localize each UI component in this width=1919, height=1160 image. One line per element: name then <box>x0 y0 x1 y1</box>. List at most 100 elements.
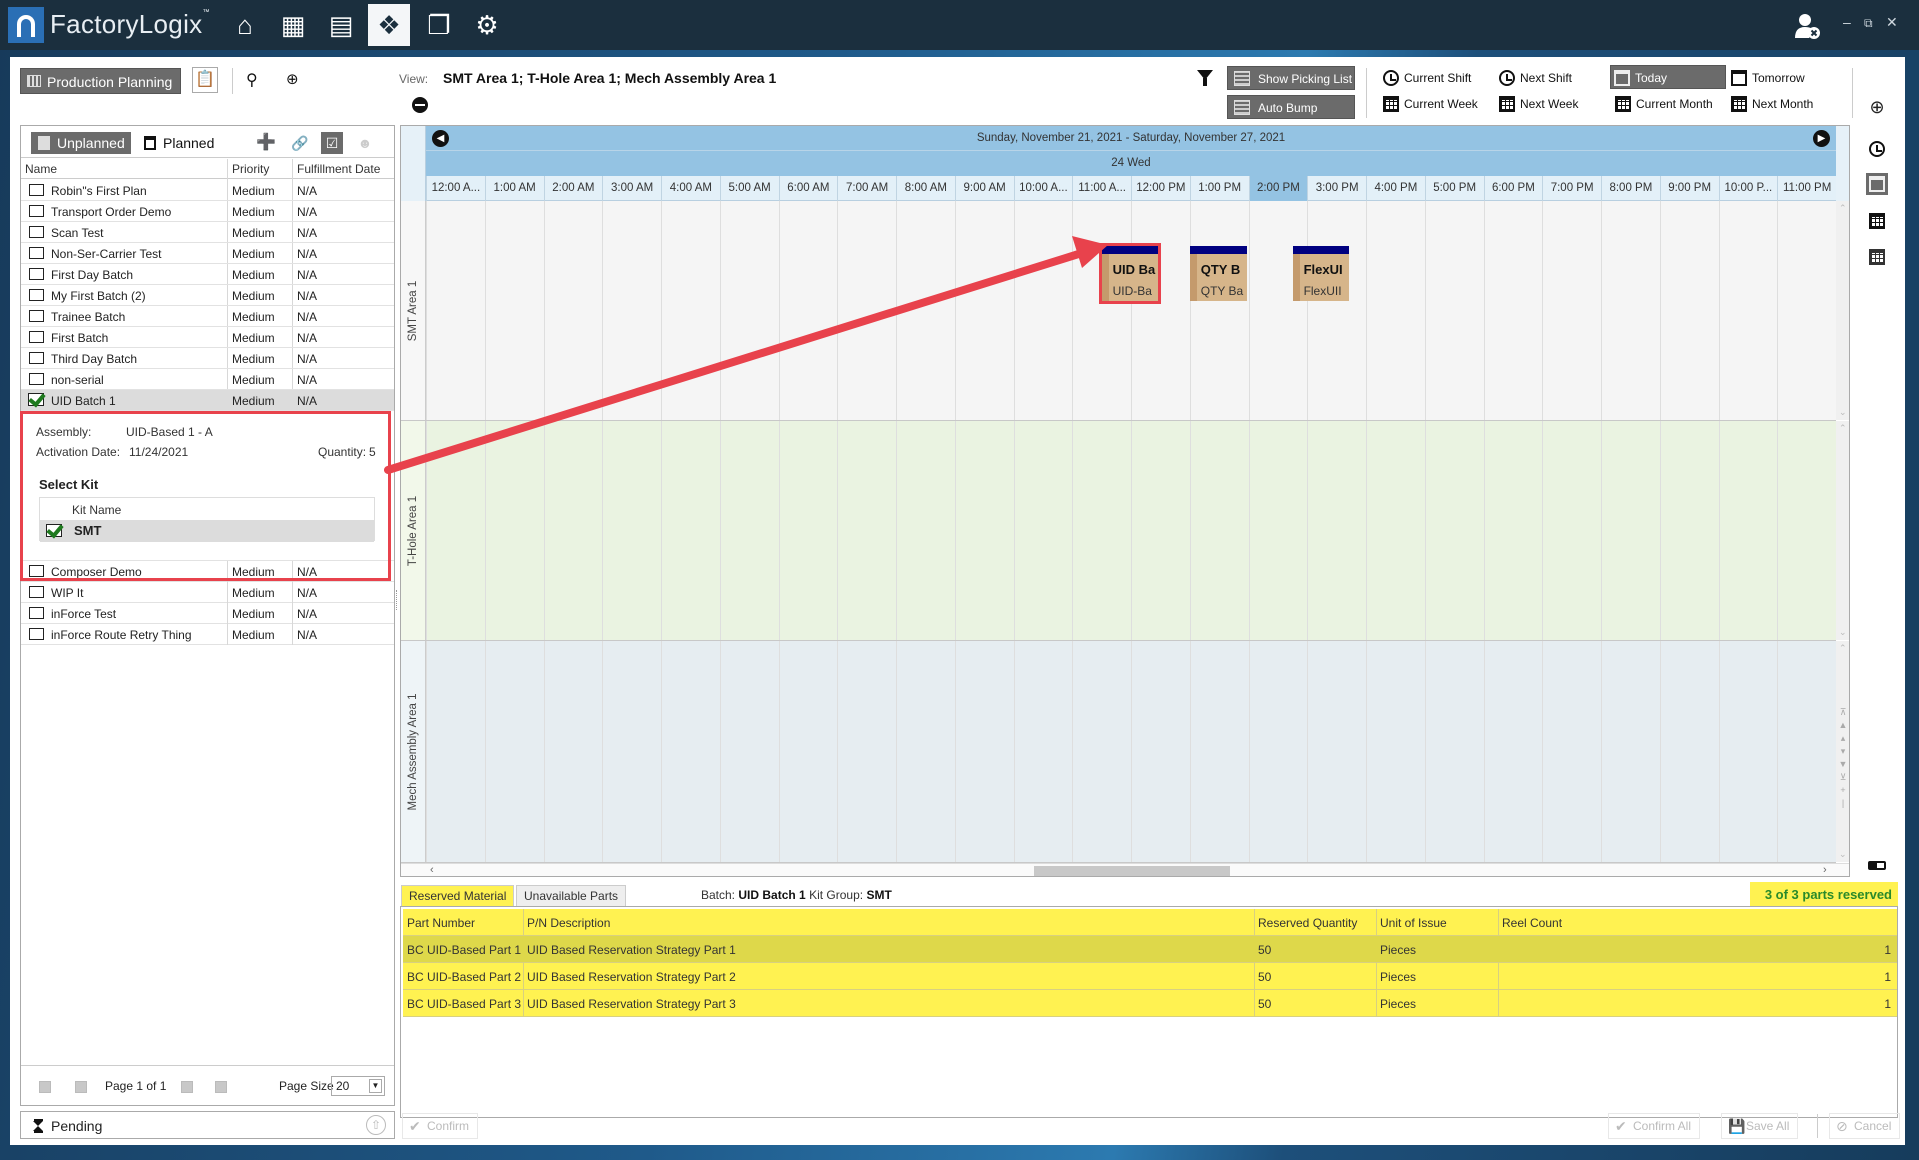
scroll-right-icon[interactable]: › <box>1823 864 1827 876</box>
today-button[interactable]: Today <box>1610 65 1726 89</box>
batch-row[interactable]: inForce Test Medium N/A <box>21 603 394 624</box>
scroll-down-icon[interactable]: ⌄ <box>1839 849 1847 860</box>
checkbox[interactable] <box>29 205 44 217</box>
prev-page-icon[interactable] <box>75 1081 87 1093</box>
schedule-appointment[interactable]: FlexUI FlexUII <box>1292 246 1350 301</box>
current-month-button[interactable]: Current Month <box>1612 92 1713 116</box>
next-range-icon[interactable]: ▶ <box>1813 130 1830 147</box>
table-row[interactable]: BC UID-Based Part 1 UID Based Reservation… <box>403 936 1897 963</box>
save-all-button[interactable]: 💾 Save All <box>1721 1113 1799 1139</box>
last-page-icon[interactable] <box>215 1081 227 1093</box>
tomorrow-button[interactable]: Tomorrow <box>1728 66 1805 90</box>
scroll-left-icon[interactable]: ‹ <box>430 864 434 876</box>
checkbox[interactable] <box>29 628 44 640</box>
lane-scrollbar[interactable]: ⌃ ⌄ <box>1836 201 1849 420</box>
next-week-button[interactable]: Next Week <box>1496 92 1578 116</box>
panel-splitter[interactable] <box>396 590 398 610</box>
tab-reserved-material[interactable]: Reserved Material <box>401 885 515 906</box>
grid-edit-icon[interactable]: ▦ <box>272 4 314 46</box>
expand-up-icon[interactable]: ⇧ <box>366 1115 386 1135</box>
database-import-icon[interactable]: ▤ <box>320 4 362 46</box>
windows-icon[interactable]: ❐ <box>418 4 460 46</box>
column-header[interactable]: Part Number <box>407 916 475 930</box>
vertical-navigation-controls[interactable]: ⊼ ▲ ▴ ▾ ▼ ⊻ + | <box>1836 706 1849 810</box>
batch-row-selected[interactable]: UID Batch 1 Medium N/A <box>21 390 394 411</box>
checked-checkbox-icon[interactable] <box>28 393 44 406</box>
scroll-down-icon[interactable]: ⌄ <box>1839 627 1847 638</box>
checkbox[interactable] <box>29 226 44 238</box>
scroll-up-icon[interactable]: ⌃ <box>1839 423 1847 434</box>
filter-icon[interactable] <box>1197 70 1213 86</box>
week-view-icon[interactable] <box>1866 210 1888 232</box>
scroll-up-icon[interactable]: ⌃ <box>1839 203 1847 214</box>
home-icon[interactable]: ⌂ <box>224 4 266 46</box>
next-page-icon[interactable] <box>181 1081 193 1093</box>
checkbox[interactable] <box>29 586 44 598</box>
cancel-button[interactable]: ⊘ Cancel <box>1829 1113 1901 1139</box>
batch-row[interactable]: First Day Batch Medium N/A <box>21 264 394 285</box>
tab-planned[interactable]: Planned <box>137 132 220 154</box>
tab-unplanned[interactable]: Unplanned <box>31 132 131 154</box>
show-picking-list-button[interactable]: Show Picking List <box>1227 66 1355 90</box>
checkbox[interactable] <box>29 184 44 196</box>
month-view-icon[interactable] <box>1866 246 1888 268</box>
search-icon[interactable]: ⚲ <box>246 70 258 90</box>
column-header[interactable]: Reel Count <box>1502 916 1562 930</box>
column-header[interactable]: P/N Description <box>527 916 610 930</box>
column-header[interactable]: Reserved Quantity <box>1258 916 1357 930</box>
minimize-icon[interactable]: – <box>1843 14 1851 30</box>
toggle-panel-icon[interactable] <box>1866 855 1888 877</box>
pending-bar[interactable]: Pending ⇧ <box>20 1111 395 1139</box>
production-planning-button[interactable]: Production Planning <box>20 68 182 94</box>
checkbox[interactable] <box>29 331 44 343</box>
column-name[interactable]: Name <box>25 162 57 176</box>
checkbox[interactable] <box>29 289 44 301</box>
batch-row[interactable]: Trainee Batch Medium N/A <box>21 306 394 327</box>
add-circle-icon[interactable]: ⊕ <box>286 70 299 88</box>
remove-view-icon[interactable] <box>412 97 428 113</box>
user-logout-icon[interactable] <box>1795 12 1821 40</box>
lane-scrollbar[interactable]: ⌃ ⌄ <box>1836 421 1849 640</box>
link-icon[interactable]: 🔗 <box>289 132 311 154</box>
restore-icon[interactable]: ⧉ <box>1864 16 1873 31</box>
batch-row[interactable]: First Batch Medium N/A <box>21 327 394 348</box>
table-row[interactable]: BC UID-Based Part 2 UID Based Reservation… <box>403 963 1897 990</box>
column-header[interactable]: Unit of Issue <box>1380 916 1447 930</box>
checkbox[interactable] <box>29 373 44 385</box>
batch-row[interactable]: non-serial Medium N/A <box>21 369 394 390</box>
current-week-button[interactable]: Current Week <box>1380 92 1478 116</box>
batch-row[interactable]: WIP It Medium N/A <box>21 582 394 603</box>
batch-row[interactable]: Robin"s First Plan Medium N/A <box>21 180 394 201</box>
checkbox[interactable] <box>29 310 44 322</box>
batch-row[interactable]: Transport Order Demo Medium N/A <box>21 201 394 222</box>
table-row[interactable]: BC UID-Based Part 3 UID Based Reservation… <box>403 990 1897 1017</box>
day-view-icon[interactable] <box>1866 173 1888 195</box>
batch-row[interactable]: Third Day Batch Medium N/A <box>21 348 394 369</box>
resource-lane[interactable]: SMT Area 1 ⌃ ⌄ UID Ba UID-Ba QTY B QTY Ba FlexU… <box>401 201 1849 421</box>
schedule-check-icon[interactable]: ☑ <box>321 132 343 154</box>
scrollbar-thumb[interactable] <box>1034 866 1230 876</box>
checkbox[interactable] <box>29 268 44 280</box>
auto-bump-button[interactable]: Auto Bump <box>1227 95 1355 119</box>
confirm-all-button[interactable]: ✔ Confirm All <box>1608 1113 1701 1139</box>
confirm-button[interactable]: ✔ Confirm <box>402 1113 479 1139</box>
resource-lane[interactable]: T-Hole Area 1 ⌃ ⌄ <box>401 421 1849 641</box>
scroll-down-icon[interactable]: ⌄ <box>1839 407 1847 418</box>
settings-gear-icon[interactable]: ⚙ <box>466 4 508 46</box>
clock-view-icon[interactable] <box>1866 138 1888 160</box>
add-circle-icon[interactable]: ⊕ <box>1866 96 1888 118</box>
checkbox[interactable] <box>29 247 44 259</box>
batch-row[interactable]: Scan Test Medium N/A <box>21 222 394 243</box>
scroll-up-icon[interactable]: ⌃ <box>1839 643 1847 654</box>
clipboard-add-icon[interactable]: 📋 <box>192 67 218 93</box>
first-page-icon[interactable] <box>39 1081 51 1093</box>
page-size-select[interactable]: 20 ▼ <box>331 1076 385 1096</box>
checkbox[interactable] <box>29 607 44 619</box>
schedule-appointment[interactable]: UID Ba UID-Ba <box>1098 243 1162 304</box>
batch-row[interactable]: inForce Route Retry Thing Medium N/A <box>21 624 394 645</box>
planning-compass-icon[interactable]: ❖ <box>368 4 410 46</box>
batch-row[interactable]: Non-Ser-Carrier Test Medium N/A <box>21 243 394 264</box>
add-batch-icon[interactable]: ➕ <box>255 132 277 154</box>
horizontal-scrollbar[interactable]: ‹ › <box>401 863 1849 876</box>
resource-lane[interactable]: Mech Assembly Area 1 ⌃ ⌄ <box>401 641 1849 863</box>
